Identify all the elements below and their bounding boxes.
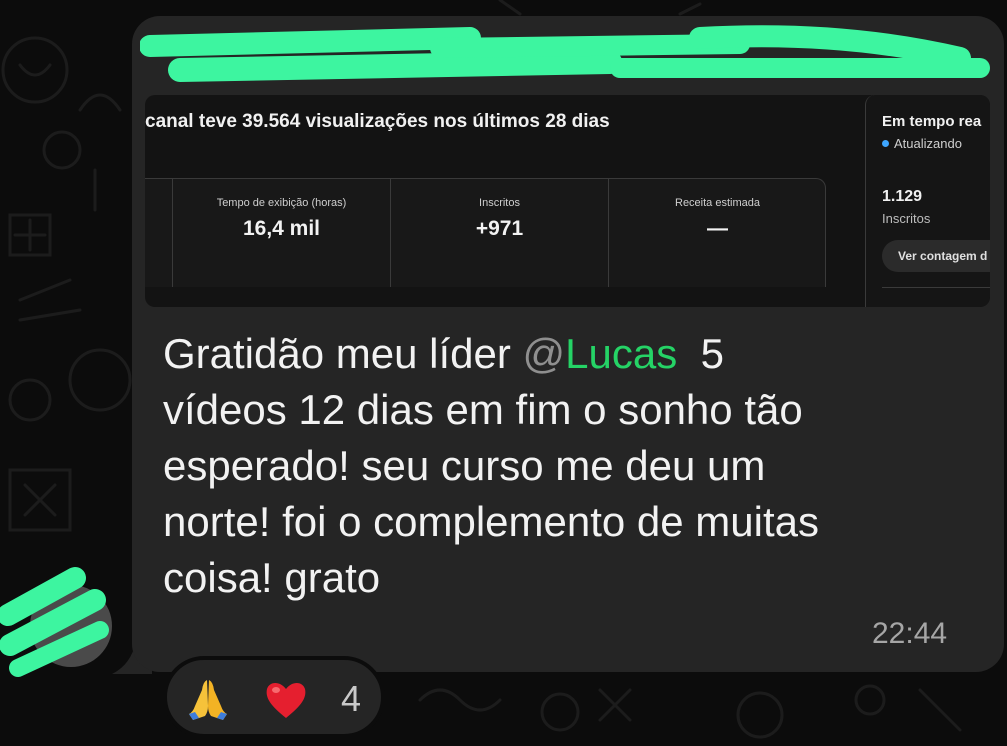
live-dot-icon xyxy=(882,140,889,147)
message-timestamp: 22:44 xyxy=(872,617,948,650)
metric-value: +971 xyxy=(475,217,524,240)
metric-label: Receita estimada xyxy=(675,197,760,209)
folded-hands-icon xyxy=(189,680,227,720)
message-line: norte! foi o complemento de muitas xyxy=(163,498,820,545)
metric-label: Inscritos xyxy=(479,197,520,209)
metric-revenue: Receita estimada — xyxy=(608,179,826,287)
redaction-scribble-sender-name xyxy=(140,25,990,82)
realtime-subscriber-label: Inscritos xyxy=(882,211,931,226)
reactions-pill[interactable]: 4 xyxy=(163,656,385,738)
mention-at-sign: @ xyxy=(522,330,566,377)
divider xyxy=(882,287,990,288)
metric-label: Tempo de exibição (horas) xyxy=(216,197,347,209)
analytics-headline: canal teve 39.564 visualizações nos últi… xyxy=(145,111,610,132)
redaction-scribble-avatar xyxy=(0,567,109,677)
realtime-status: Atualizando xyxy=(882,136,962,151)
mention-lucas[interactable]: Lucas xyxy=(565,330,677,377)
realtime-title: Em tempo rea xyxy=(882,113,982,130)
message-line: vídeos 12 dias em fim o sonho tão xyxy=(163,386,803,433)
message-fragment: 5 xyxy=(677,330,724,377)
view-count-button[interactable]: Ver contagem d xyxy=(882,240,990,272)
red-heart-icon xyxy=(266,682,306,718)
realtime-subscriber-count: 1.129 xyxy=(882,188,923,205)
message-fragment: Gratidão meu líder xyxy=(163,330,523,377)
metric-subscribers: Inscritos +971 xyxy=(390,179,608,287)
metric-watch-time: Tempo de exibição (horas) 16,4 mil xyxy=(172,179,390,287)
message-line: coisa! grato xyxy=(163,554,381,601)
reaction-count: 4 xyxy=(341,678,362,719)
metric-value: 16,4 mil xyxy=(242,217,321,240)
metric-value: — xyxy=(707,217,728,240)
message-text: Gratidão meu líder @Lucas 5 vídeos 12 di… xyxy=(163,326,983,606)
chat-screen: canal teve 39.564 visualizações nos últi… xyxy=(0,0,1007,746)
shared-analytics-screenshot[interactable]: canal teve 39.564 visualizações nos últi… xyxy=(145,95,990,307)
message-line: esperado! seu curso me deu um xyxy=(163,442,766,489)
realtime-status-text: Atualizando xyxy=(894,136,962,151)
message-line: Gratidão meu líder @Lucas 5 xyxy=(163,326,983,382)
realtime-panel: Em tempo rea Atualizando 1.129 Inscritos… xyxy=(865,95,990,307)
metrics-panel: Tempo de exibição (horas) 16,4 mil Inscr… xyxy=(145,178,826,287)
